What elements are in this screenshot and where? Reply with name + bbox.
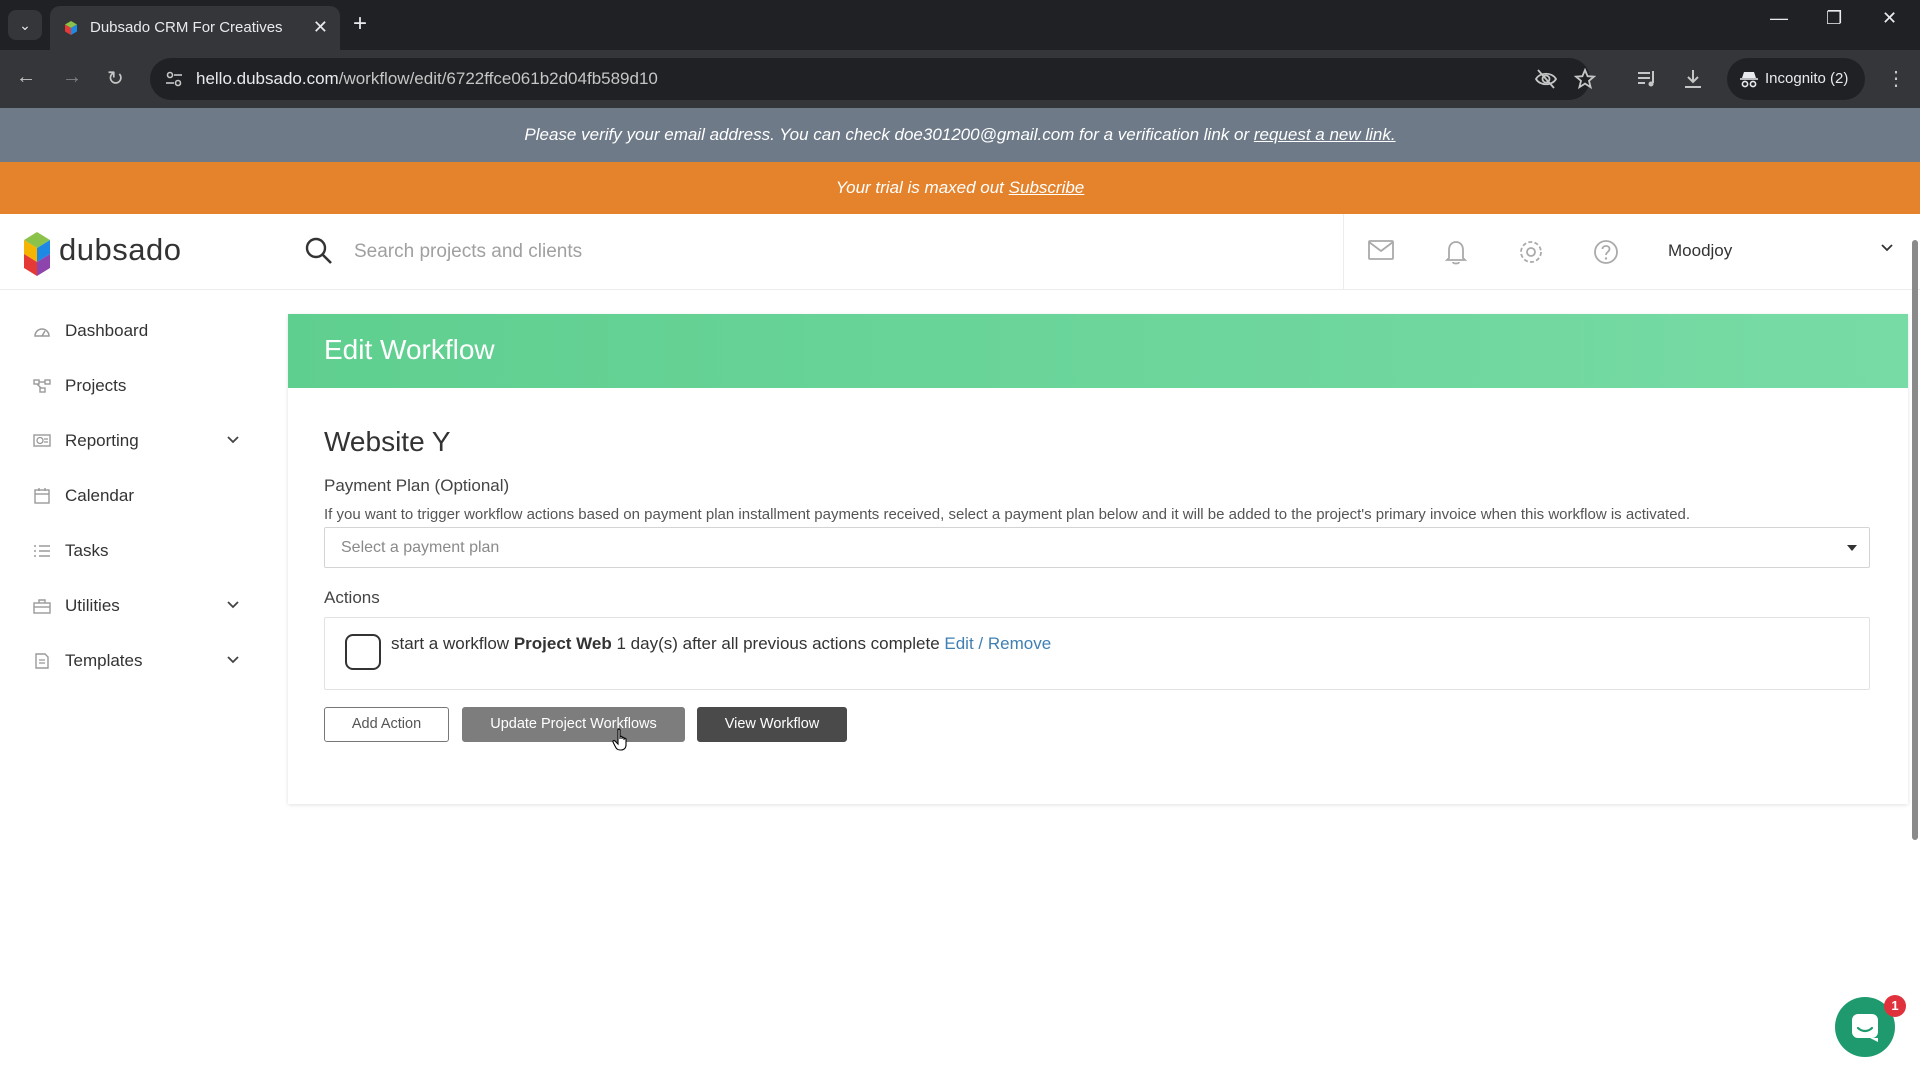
tab-search-button[interactable]: ⌄ (8, 10, 42, 40)
user-menu-chevron-icon[interactable] (1880, 243, 1894, 253)
header-divider (1343, 214, 1344, 290)
dubsado-logo[interactable]: dubsado (22, 228, 272, 276)
sidebar-item-tasks[interactable]: Tasks (0, 531, 260, 571)
reload-icon[interactable]: ↻ (107, 66, 124, 91)
chat-notification-badge: 1 (1884, 995, 1906, 1017)
payment-plan-select[interactable]: Select a payment plan (324, 527, 1870, 568)
link-separator: / (978, 634, 984, 653)
sidebar: Dashboard Projects Reporting Calendar Ta… (0, 291, 260, 1080)
payment-plan-help-text: If you want to trigger workflow actions … (324, 506, 1691, 523)
action-checkbox[interactable] (345, 634, 381, 670)
action-row: start a workflow Project Web 1 day(s) af… (324, 617, 1870, 690)
bookmark-star-icon[interactable] (1574, 68, 1596, 90)
dubsado-favicon-icon (65, 21, 77, 35)
download-icon[interactable] (1682, 68, 1704, 90)
action-prefix: start a workflow (391, 634, 510, 653)
sidebar-item-label: Reporting (65, 431, 139, 450)
sidebar-item-label: Dashboard (65, 321, 149, 340)
chevron-down-icon[interactable] (226, 435, 240, 445)
sidebar-item-label: Tasks (65, 541, 109, 560)
page-scrollbar[interactable] (1912, 240, 1918, 840)
address-bar[interactable]: hello.dubsado.com/workflow/edit/6722ffce… (150, 58, 1596, 100)
eye-slash-icon[interactable] (1534, 68, 1558, 90)
utilities-icon (33, 599, 51, 614)
sidebar-item-calendar[interactable]: Calendar (0, 476, 260, 516)
bell-icon[interactable] (1443, 238, 1469, 266)
verify-email-text: Please verify your email address. You ca… (524, 125, 1250, 144)
templates-icon (35, 653, 49, 669)
search-input[interactable] (354, 232, 1314, 272)
subscribe-link[interactable]: Subscribe (1009, 178, 1085, 197)
hand-cursor-icon (612, 728, 627, 751)
media-control-icon[interactable] (1636, 68, 1658, 90)
minimize-icon[interactable]: — (1770, 8, 1788, 29)
new-tab-icon[interactable]: + (353, 10, 367, 38)
trial-text: Your trial is maxed out (835, 178, 1004, 197)
sidebar-item-label: Templates (65, 651, 143, 670)
actions-label: Actions (324, 588, 380, 607)
chevron-down-icon[interactable] (226, 655, 240, 665)
card-header: Edit Workflow (288, 314, 1908, 388)
projects-icon (33, 379, 51, 393)
browser-toolbar: ← → ↻ hello.dubsado.com/workflow/edit/67… (0, 50, 1920, 108)
gear-icon[interactable] (1517, 238, 1545, 266)
restore-icon[interactable]: ❐ (1826, 8, 1842, 29)
workflow-name: Website Y (324, 426, 451, 457)
incognito-indicator[interactable]: Incognito (2) (1727, 58, 1865, 100)
sidebar-item-templates[interactable]: Templates (0, 641, 260, 681)
view-workflow-button[interactable]: View Workflow (697, 707, 847, 742)
action-description: start a workflow Project Web 1 day(s) af… (391, 634, 1051, 654)
tab-title: Dubsado CRM For Creatives (90, 19, 283, 36)
sidebar-item-label: Utilities (65, 596, 120, 615)
dubsado-logo-icon (24, 232, 50, 276)
edit-workflow-card: Edit Workflow Website Y Payment Plan (Op… (288, 314, 1908, 804)
browser-menu-icon[interactable]: ⋮ (1886, 66, 1906, 91)
tab-close-icon[interactable]: ✕ (313, 17, 328, 38)
edit-action-link[interactable]: Edit (944, 634, 973, 653)
site-info-icon[interactable] (164, 69, 184, 89)
action-suffix: 1 day(s) after all previous actions comp… (616, 634, 940, 653)
search-icon[interactable] (304, 236, 334, 266)
dashboard-icon (34, 328, 50, 337)
reporting-icon (33, 434, 51, 447)
add-action-button[interactable]: Add Action (324, 707, 449, 742)
request-new-link[interactable]: request a new link. (1254, 125, 1396, 144)
sidebar-item-utilities[interactable]: Utilities (0, 586, 260, 626)
browser-tab-bar: ⌄ Dubsado CRM For Creatives ✕ + — ❐ ✕ (0, 0, 1920, 50)
caret-down-icon (1847, 545, 1857, 551)
tasks-icon (34, 545, 50, 557)
logo-text: dubsado (59, 232, 182, 267)
forward-icon[interactable]: → (62, 66, 82, 89)
help-icon[interactable] (1592, 238, 1620, 266)
sidebar-item-reporting[interactable]: Reporting (0, 421, 260, 461)
incognito-icon (1740, 72, 1758, 88)
sidebar-item-dashboard[interactable]: Dashboard (0, 311, 260, 351)
remove-action-link[interactable]: Remove (988, 634, 1051, 653)
verify-email-banner: Please verify your email address. You ca… (0, 108, 1920, 162)
sidebar-item-label: Projects (65, 376, 127, 395)
chevron-down-icon[interactable] (226, 600, 240, 610)
close-window-icon[interactable]: ✕ (1882, 8, 1897, 29)
update-project-workflows-button[interactable]: Update Project Workflows (462, 707, 685, 742)
action-workflow-name: Project Web (513, 634, 612, 653)
app-header: dubsado Moodjoy (0, 214, 1920, 290)
user-menu-name[interactable]: Moodjoy (1668, 241, 1732, 261)
mail-icon[interactable] (1367, 238, 1395, 262)
sidebar-item-projects[interactable]: Projects (0, 366, 260, 406)
back-icon[interactable]: ← (16, 66, 36, 89)
payment-plan-placeholder: Select a payment plan (341, 539, 500, 556)
payment-plan-label: Payment Plan (Optional) (324, 476, 510, 495)
url-text: hello.dubsado.com/workflow/edit/6722ffce… (196, 69, 658, 88)
sidebar-item-label: Calendar (65, 486, 134, 505)
page-title: Edit Workflow (324, 334, 495, 365)
chat-icon (1852, 1014, 1878, 1042)
calendar-icon (34, 488, 50, 504)
incognito-label: Incognito (2) (1765, 70, 1849, 87)
trial-banner: Your trial is maxed out Subscribe (0, 162, 1920, 214)
browser-tab[interactable]: Dubsado CRM For Creatives ✕ (50, 6, 340, 50)
